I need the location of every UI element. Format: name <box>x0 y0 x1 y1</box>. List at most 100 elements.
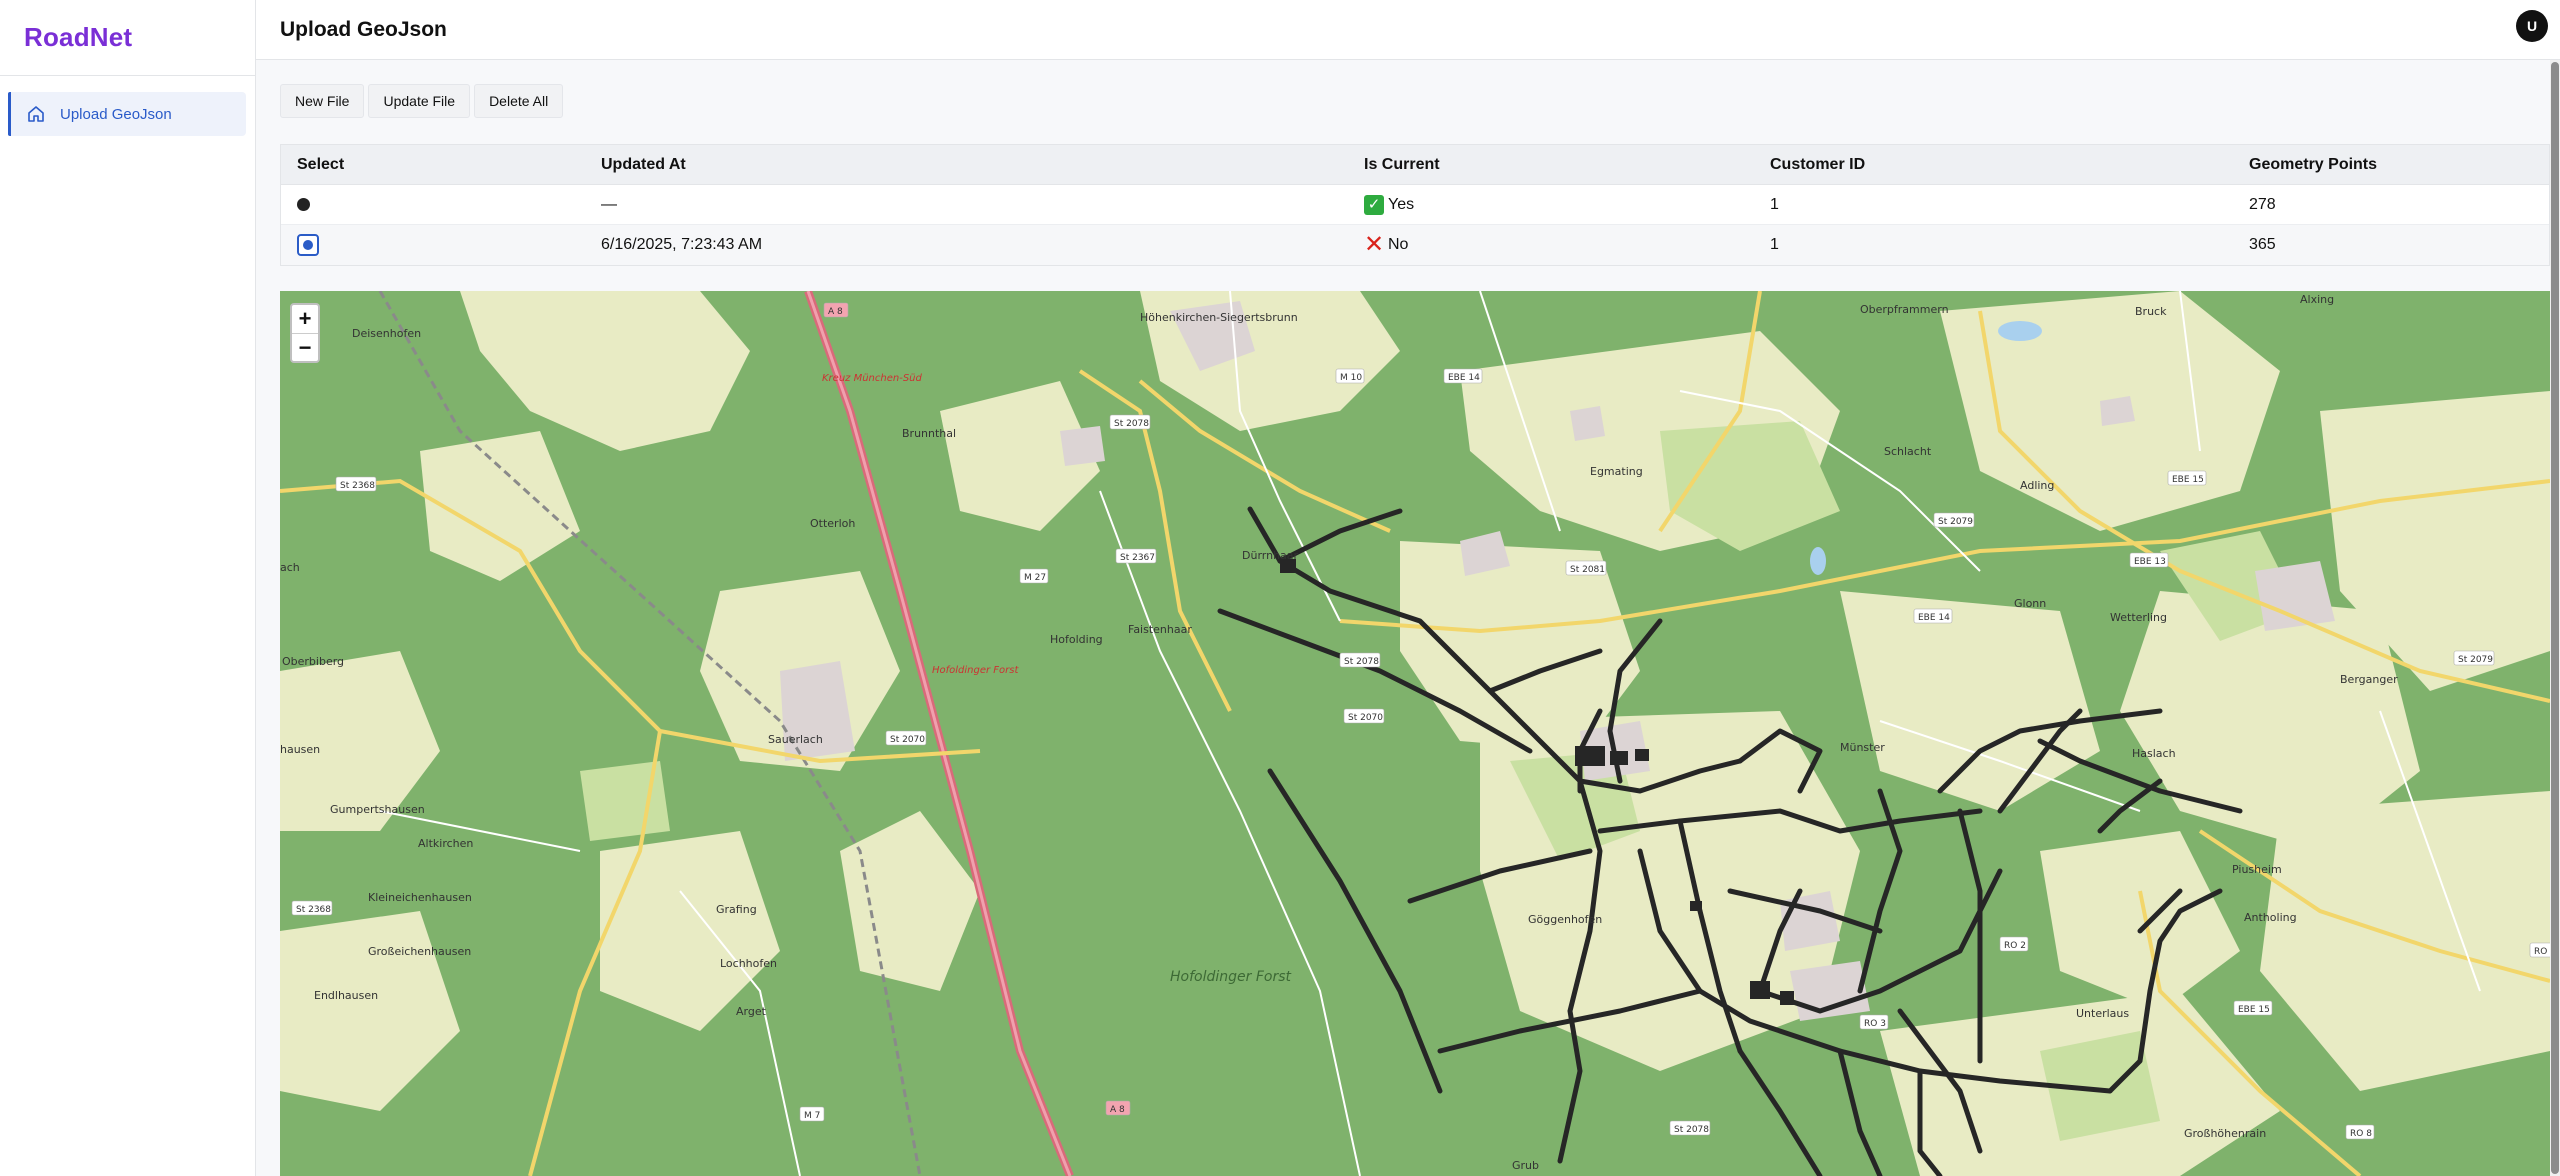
map-label: Wetterling <box>2110 611 2167 624</box>
check-icon: ✓ <box>1364 194 1384 215</box>
road-ref: EBE 14 <box>1448 373 1480 383</box>
map-label: Grub <box>1512 1159 1539 1172</box>
road-ref: St 2078 <box>1114 419 1149 429</box>
map-label: Deisenhofen <box>352 327 421 340</box>
map-label: Egmating <box>1590 465 1643 478</box>
map-label: Gumpertshausen <box>330 803 425 816</box>
map-label: Dürrnhaar <box>1242 549 1299 562</box>
sidebar-item-label: Upload GeoJson <box>60 105 172 123</box>
road-ref: St 2079 <box>2458 655 2493 665</box>
road-ref: St 2078 <box>1344 657 1379 667</box>
road-ref: M 7 <box>804 1111 820 1121</box>
table-row[interactable]: — ✓ Yes 1 278 <box>281 185 2549 225</box>
is-current-text: No <box>1388 236 1409 253</box>
delete-all-button[interactable]: Delete All <box>474 84 564 118</box>
geometry-points-cell: 278 <box>2249 196 2276 213</box>
map-label: Haslach <box>2132 747 2176 760</box>
map-label: Arget <box>736 1005 767 1018</box>
road-ref: St 2081 <box>1570 565 1605 575</box>
main-content: New File Update File Delete All Select U… <box>256 60 2560 1176</box>
map-label: ach <box>280 561 300 574</box>
geometry-points-cell: 365 <box>2249 236 2276 253</box>
map-label: Großhöhenrain <box>2184 1127 2266 1140</box>
road-ref: EBE 13 <box>2134 557 2166 567</box>
column-header-geometry-points[interactable]: Geometry Points <box>2249 145 2377 185</box>
update-file-button[interactable]: Update File <box>368 84 471 118</box>
is-current-cell: ✕ No <box>1364 225 1408 265</box>
road-ref: St 2368 <box>296 905 331 915</box>
road-ref: M 27 <box>1024 573 1046 583</box>
customer-id-cell: 1 <box>1770 236 1779 253</box>
zoom-control: + − <box>290 303 320 363</box>
road-ref: St 2368 <box>340 481 375 491</box>
updated-at-cell: 6/16/2025, 7:23:43 AM <box>601 236 763 253</box>
map-label: Sauerlach <box>768 733 823 746</box>
geojson-table: Select Updated At Is Current Customer ID… <box>280 144 2550 266</box>
road-ref: A 8 <box>1110 1105 1125 1115</box>
brand-logo[interactable]: RoadNet <box>0 0 255 76</box>
map-label: Hofoldinger Forst <box>1170 969 1292 985</box>
map-label: Berganger <box>2340 673 2398 686</box>
app-window: RoadNet Upload GeoJson Upload GeoJson U … <box>0 0 2560 1176</box>
road-ref: RO 3 <box>1864 1019 1886 1029</box>
map-label: Faistenhaar <box>1128 623 1192 636</box>
user-avatar[interactable]: U <box>2516 10 2548 42</box>
table-row[interactable]: 6/16/2025, 7:23:43 AM ✕ No 1 365 <box>281 225 2549 265</box>
road-ref: M 10 <box>1340 373 1362 383</box>
road-ref: EBE 15 <box>2172 475 2204 485</box>
map-label: Adling <box>2020 479 2054 492</box>
road-ref: St 2079 <box>1938 517 1973 527</box>
map-label: Antholing <box>2244 911 2297 924</box>
map-label: Hofolding <box>1050 633 1103 646</box>
map-label: Höhenkirchen-Siegertsbrunn <box>1140 311 1298 324</box>
map-canvas[interactable]: Deisenhofen Höhenkirchen-Siegertsbrunn O… <box>280 291 2550 1176</box>
is-current-text: Yes <box>1388 196 1415 213</box>
map-label: Münster <box>1840 741 1885 754</box>
toolbar: New File Update File Delete All <box>280 84 564 118</box>
road-ref: RO 8 <box>2350 1129 2372 1139</box>
map-view[interactable]: Deisenhofen Höhenkirchen-Siegertsbrunn O… <box>280 291 2550 1176</box>
updated-at-cell: — <box>601 196 617 213</box>
home-icon <box>26 104 46 124</box>
road-ref: St 2367 <box>1120 553 1155 563</box>
scrollbar-thumb[interactable] <box>2551 62 2559 1174</box>
map-label: Piusheim <box>2232 863 2282 876</box>
zoom-in-button[interactable]: + <box>292 305 318 333</box>
column-header-select[interactable]: Select <box>297 145 344 185</box>
map-label: Oberbiberg <box>282 655 344 668</box>
map-label: Kleineichenhausen <box>368 891 472 904</box>
zoom-out-button[interactable]: − <box>292 333 318 361</box>
select-radio[interactable] <box>297 198 310 212</box>
page-title: Upload GeoJson <box>280 17 447 41</box>
road-ref: St 2070 <box>1348 713 1383 723</box>
map-label: Altkirchen <box>418 837 473 850</box>
road-ref: RO 5 <box>2534 947 2550 957</box>
column-header-updated-at[interactable]: Updated At <box>601 145 686 185</box>
road-ref: St 2078 <box>1674 1125 1709 1135</box>
road-ref: St 2070 <box>890 735 925 745</box>
map-label: Hofoldinger Forst <box>932 665 1020 676</box>
map-label: Schlacht <box>1884 445 1932 458</box>
sidebar: RoadNet Upload GeoJson <box>0 0 256 1176</box>
map-label: Göggenhofen <box>1528 913 1602 926</box>
road-ref: A 8 <box>828 307 843 317</box>
table-header: Select Updated At Is Current Customer ID… <box>281 145 2549 185</box>
new-file-button[interactable]: New File <box>280 84 365 118</box>
map-label: Alxing <box>2300 293 2334 306</box>
column-header-is-current[interactable]: Is Current <box>1364 145 1440 185</box>
map-label: Endlhausen <box>314 989 378 1002</box>
map-label: Großeichenhausen <box>368 945 471 958</box>
map-label: Glonn <box>2014 597 2046 610</box>
map-label: Bruck <box>2135 305 2167 318</box>
select-radio-selected[interactable] <box>297 233 319 256</box>
cross-icon: ✕ <box>1364 230 1385 258</box>
road-ref: RO 2 <box>2004 941 2026 951</box>
map-label: hausen <box>280 743 320 756</box>
column-header-customer-id[interactable]: Customer ID <box>1770 145 1865 185</box>
map-label: Unterlaus <box>2076 1007 2129 1020</box>
sidebar-item-upload-geojson[interactable]: Upload GeoJson <box>8 92 246 136</box>
top-bar: Upload GeoJson U <box>256 0 2560 60</box>
map-label: Brunnthal <box>902 427 956 440</box>
page-scrollbar[interactable] <box>2550 60 2560 1176</box>
map-label: Otterloh <box>810 517 855 530</box>
